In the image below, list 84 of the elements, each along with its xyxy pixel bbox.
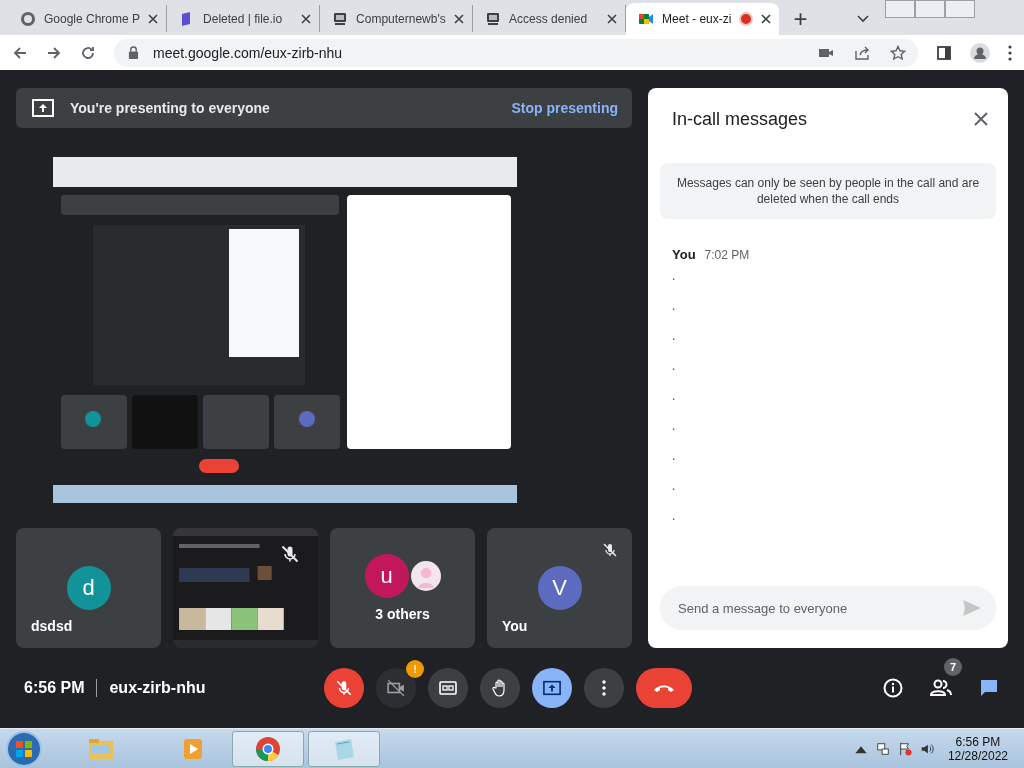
chat-notice: Messages can only be seen by people in the call and are deleted when the call ends bbox=[660, 163, 996, 219]
avatar-image-icon bbox=[410, 561, 441, 591]
close-icon[interactable] bbox=[607, 13, 618, 24]
volume-icon[interactable] bbox=[919, 741, 934, 756]
clock-time: 6:56 PM bbox=[955, 734, 1001, 749]
address-field[interactable]: meet.google.com/eux-zirb-nhu bbox=[114, 38, 918, 67]
participant-count-badge: 7 bbox=[944, 658, 962, 676]
reload-icon[interactable] bbox=[80, 44, 96, 61]
tab-title: Google Chrome P bbox=[44, 11, 141, 26]
camera-off-icon bbox=[387, 679, 405, 697]
chat-message: . bbox=[672, 508, 677, 525]
present-icon bbox=[543, 679, 561, 697]
tab-title: Deleted | file.io bbox=[203, 11, 284, 26]
tab-title: Access denied bbox=[509, 11, 589, 26]
meeting-code: eux-zirb-nhu bbox=[109, 679, 206, 697]
tab-title: Meet - eux-zi bbox=[662, 12, 732, 26]
close-icon[interactable] bbox=[454, 13, 465, 24]
camera-button[interactable] bbox=[376, 668, 416, 708]
close-icon[interactable] bbox=[301, 13, 312, 24]
browser-tab[interactable]: Meet - eux-zi bbox=[626, 3, 780, 35]
computer-icon bbox=[332, 10, 349, 27]
hangup-button[interactable] bbox=[636, 668, 692, 708]
more-icon[interactable] bbox=[1008, 44, 1012, 61]
clock-date: 12/28/2022 bbox=[947, 748, 1008, 763]
browser-tab[interactable]: Google Chrome P bbox=[8, 5, 168, 32]
chat-message: . bbox=[672, 478, 677, 495]
avatar: u bbox=[364, 554, 409, 598]
forward-icon[interactable] bbox=[46, 44, 62, 61]
alert-badge: ! bbox=[406, 660, 424, 678]
close-icon[interactable] bbox=[974, 112, 988, 126]
chrome-icon[interactable] bbox=[232, 730, 304, 767]
chevron-down-icon[interactable] bbox=[857, 15, 870, 23]
captions-icon bbox=[439, 679, 457, 697]
banner-text: You're presenting to everyone bbox=[70, 100, 271, 116]
panel-title: In-call messages bbox=[672, 108, 808, 130]
chat-message: . bbox=[672, 418, 677, 435]
computer-icon bbox=[485, 10, 502, 27]
call-time: 6:56 PM bbox=[24, 679, 85, 697]
mic-button[interactable] bbox=[324, 668, 364, 708]
chat-message: . bbox=[672, 268, 677, 285]
message-time: 7:02 PM bbox=[704, 248, 750, 262]
participant-name: You bbox=[502, 618, 528, 634]
close-icon[interactable] bbox=[761, 14, 772, 24]
chat-message: . bbox=[672, 388, 677, 405]
share-icon[interactable] bbox=[854, 44, 870, 61]
chat-message: . bbox=[672, 358, 677, 375]
chat-message: . bbox=[672, 298, 677, 315]
chat-message: . bbox=[672, 328, 677, 345]
people-icon[interactable] bbox=[930, 678, 952, 698]
present-icon bbox=[32, 99, 54, 117]
present-button[interactable] bbox=[532, 668, 572, 708]
profile-icon[interactable] bbox=[970, 42, 990, 63]
start-button[interactable] bbox=[4, 728, 44, 768]
chat-message: . bbox=[672, 448, 677, 465]
message-input[interactable]: Send a message to everyone bbox=[676, 599, 962, 617]
tab-title: Computernewb's bbox=[356, 11, 447, 26]
avatar: V bbox=[537, 566, 582, 610]
browser-tab[interactable]: Access denied bbox=[473, 5, 627, 32]
info-icon[interactable] bbox=[882, 678, 904, 698]
globe-icon bbox=[20, 10, 36, 27]
chat-icon[interactable] bbox=[978, 678, 1000, 698]
hang-up-icon bbox=[652, 683, 676, 693]
star-icon[interactable] bbox=[890, 44, 906, 61]
avatar: d bbox=[66, 566, 111, 610]
mic-off-icon bbox=[335, 679, 353, 697]
browser-tab[interactable]: Deleted | file.io bbox=[167, 5, 321, 32]
sender-name: You bbox=[672, 247, 696, 262]
participant-name: 3 others bbox=[375, 606, 430, 622]
message-field[interactable]: Send a message to everyone bbox=[660, 586, 996, 630]
browser-tab[interactable]: Computernewb's bbox=[320, 5, 474, 32]
stop-presenting-link[interactable]: Stop presenting bbox=[511, 100, 618, 116]
captions-button[interactable] bbox=[428, 668, 468, 708]
flag-icon[interactable] bbox=[897, 741, 912, 756]
more-button[interactable] bbox=[584, 668, 624, 708]
back-icon[interactable] bbox=[12, 44, 28, 61]
hand-button[interactable] bbox=[480, 668, 520, 708]
lock-icon bbox=[128, 46, 139, 59]
more-icon bbox=[602, 680, 606, 696]
side-panel-icon[interactable] bbox=[936, 44, 952, 61]
camera-icon bbox=[638, 11, 655, 27]
close-icon[interactable] bbox=[148, 13, 159, 24]
network-icon[interactable] bbox=[875, 741, 890, 756]
new-tab-button[interactable]: + bbox=[793, 7, 808, 31]
participant-name: dsdsd bbox=[31, 618, 73, 634]
